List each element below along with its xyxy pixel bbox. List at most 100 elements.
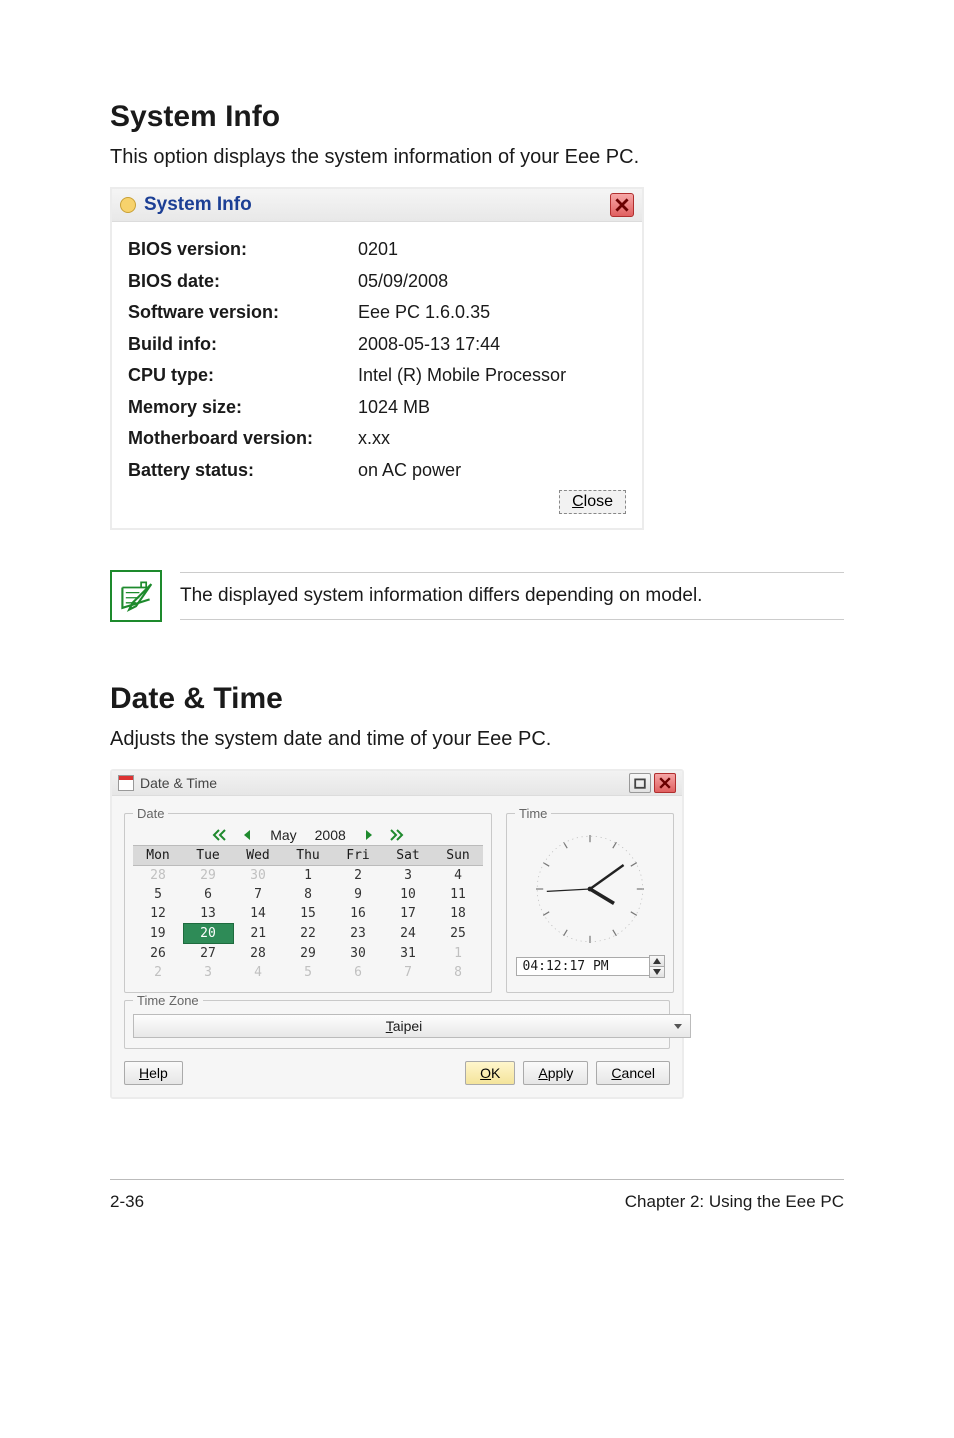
calendar-day[interactable]: 19 [133, 924, 183, 944]
info-row: BIOS date:05/09/2008 [128, 266, 626, 298]
info-label: Memory size: [128, 392, 358, 424]
calendar-day[interactable]: 20 [183, 924, 233, 944]
maximize-icon[interactable] [629, 773, 651, 793]
calendar-day[interactable]: 24 [383, 924, 433, 944]
calendar-day[interactable]: 22 [283, 924, 333, 944]
info-row: CPU type:Intel (R) Mobile Processor [128, 360, 626, 392]
timezone-legend: Time Zone [133, 993, 203, 1008]
time-spinner[interactable] [649, 955, 665, 978]
note-text: The displayed system information differs… [180, 572, 844, 620]
next-year-icon[interactable] [388, 827, 406, 843]
calendar-day[interactable]: 31 [383, 944, 433, 964]
calendar-day[interactable]: 5 [133, 885, 183, 904]
calendar[interactable]: MonTueWedThuFriSatSun 282930123456789101… [133, 845, 483, 982]
prev-month-icon[interactable] [238, 827, 256, 843]
calendar-day[interactable]: 14 [233, 904, 283, 924]
ok-button[interactable]: OK [465, 1061, 515, 1085]
calendar-day[interactable]: 11 [433, 885, 483, 904]
analog-clock [515, 829, 665, 949]
calendar-day[interactable]: 4 [433, 866, 483, 886]
section-title-date-time: Date & Time [110, 682, 844, 716]
calendar-day[interactable]: 5 [283, 963, 333, 982]
calendar-day[interactable]: 15 [283, 904, 333, 924]
calendar-day[interactable]: 16 [333, 904, 383, 924]
calendar-day[interactable]: 7 [383, 963, 433, 982]
close-icon[interactable] [610, 193, 634, 217]
calendar-day[interactable]: 10 [383, 885, 433, 904]
apply-button[interactable]: Apply [523, 1061, 588, 1085]
calendar-day[interactable]: 1 [283, 866, 333, 886]
timezone-value-rest: aipei [393, 1018, 423, 1034]
info-row: Memory size:1024 MB [128, 392, 626, 424]
calendar-day[interactable]: 26 [133, 944, 183, 964]
calendar-day[interactable]: 8 [283, 885, 333, 904]
calendar-day-header: Mon [133, 846, 183, 866]
note-row: The displayed system information differs… [110, 570, 844, 622]
calendar-day[interactable]: 6 [183, 885, 233, 904]
footer-chapter: Chapter 2: Using the Eee PC [625, 1192, 844, 1212]
note-icon [110, 570, 162, 622]
calendar-day[interactable]: 28 [133, 866, 183, 886]
calendar-day[interactable]: 29 [283, 944, 333, 964]
cancel-button[interactable]: Cancel [596, 1061, 670, 1085]
calendar-day[interactable]: 30 [333, 944, 383, 964]
calendar-day[interactable]: 3 [183, 963, 233, 982]
month-label: May [266, 827, 300, 843]
calendar-day[interactable]: 2 [333, 866, 383, 886]
calendar-day[interactable]: 2 [133, 963, 183, 982]
calendar-day[interactable]: 28 [233, 944, 283, 964]
calendar-day[interactable]: 25 [433, 924, 483, 944]
date-time-title: Date & Time [140, 775, 217, 791]
calendar-day[interactable]: 8 [433, 963, 483, 982]
date-time-window: Date & Time Date [110, 769, 684, 1099]
calendar-day-header: Thu [283, 846, 333, 866]
calendar-day[interactable]: 23 [333, 924, 383, 944]
info-label: Build info: [128, 329, 358, 361]
calendar-day[interactable]: 7 [233, 885, 283, 904]
calendar-day[interactable]: 17 [383, 904, 433, 924]
footer-page-number: 2-36 [110, 1192, 144, 1212]
info-value: 0201 [358, 234, 626, 266]
info-row: BIOS version:0201 [128, 234, 626, 266]
calendar-day[interactable]: 4 [233, 963, 283, 982]
calendar-day-header: Fri [333, 846, 383, 866]
calendar-day-header: Sat [383, 846, 433, 866]
next-month-icon[interactable] [360, 827, 378, 843]
calendar-day[interactable]: 3 [383, 866, 433, 886]
calendar-day-header: Tue [183, 846, 233, 866]
info-label: CPU type: [128, 360, 358, 392]
info-label: Software version: [128, 297, 358, 329]
calendar-app-icon [118, 775, 134, 791]
info-value: Intel (R) Mobile Processor [358, 360, 626, 392]
timezone-accel: T [386, 1018, 393, 1034]
info-label: BIOS date: [128, 266, 358, 298]
close-button[interactable]: Close [559, 490, 626, 514]
calendar-day[interactable]: 13 [183, 904, 233, 924]
time-input[interactable]: 04:12:17 PM [516, 957, 649, 976]
timezone-select[interactable]: Taipei [133, 1014, 691, 1038]
calendar-day[interactable]: 27 [183, 944, 233, 964]
section-description-system-info: This option displays the system informat… [110, 146, 844, 169]
spinner-down-icon[interactable] [650, 967, 664, 977]
info-row: Software version:Eee PC 1.6.0.35 [128, 297, 626, 329]
info-row: Battery status:on AC power [128, 455, 626, 487]
date-legend: Date [133, 806, 168, 821]
calendar-day-header: Sun [433, 846, 483, 866]
section-title-system-info: System Info [110, 100, 844, 134]
calendar-day[interactable]: 12 [133, 904, 183, 924]
spinner-up-icon[interactable] [650, 956, 664, 967]
calendar-day[interactable]: 18 [433, 904, 483, 924]
calendar-day[interactable]: 29 [183, 866, 233, 886]
calendar-day[interactable]: 6 [333, 963, 383, 982]
calendar-day[interactable]: 30 [233, 866, 283, 886]
system-info-titlebar: System Info [112, 189, 642, 222]
calendar-day[interactable]: 1 [433, 944, 483, 964]
system-info-app-icon [120, 197, 136, 213]
calendar-day[interactable]: 9 [333, 885, 383, 904]
system-info-title: System Info [144, 194, 252, 216]
year-label: 2008 [311, 827, 350, 843]
prev-year-icon[interactable] [210, 827, 228, 843]
calendar-day[interactable]: 21 [233, 924, 283, 944]
close-icon[interactable] [654, 773, 676, 793]
help-button[interactable]: Help [124, 1061, 183, 1085]
